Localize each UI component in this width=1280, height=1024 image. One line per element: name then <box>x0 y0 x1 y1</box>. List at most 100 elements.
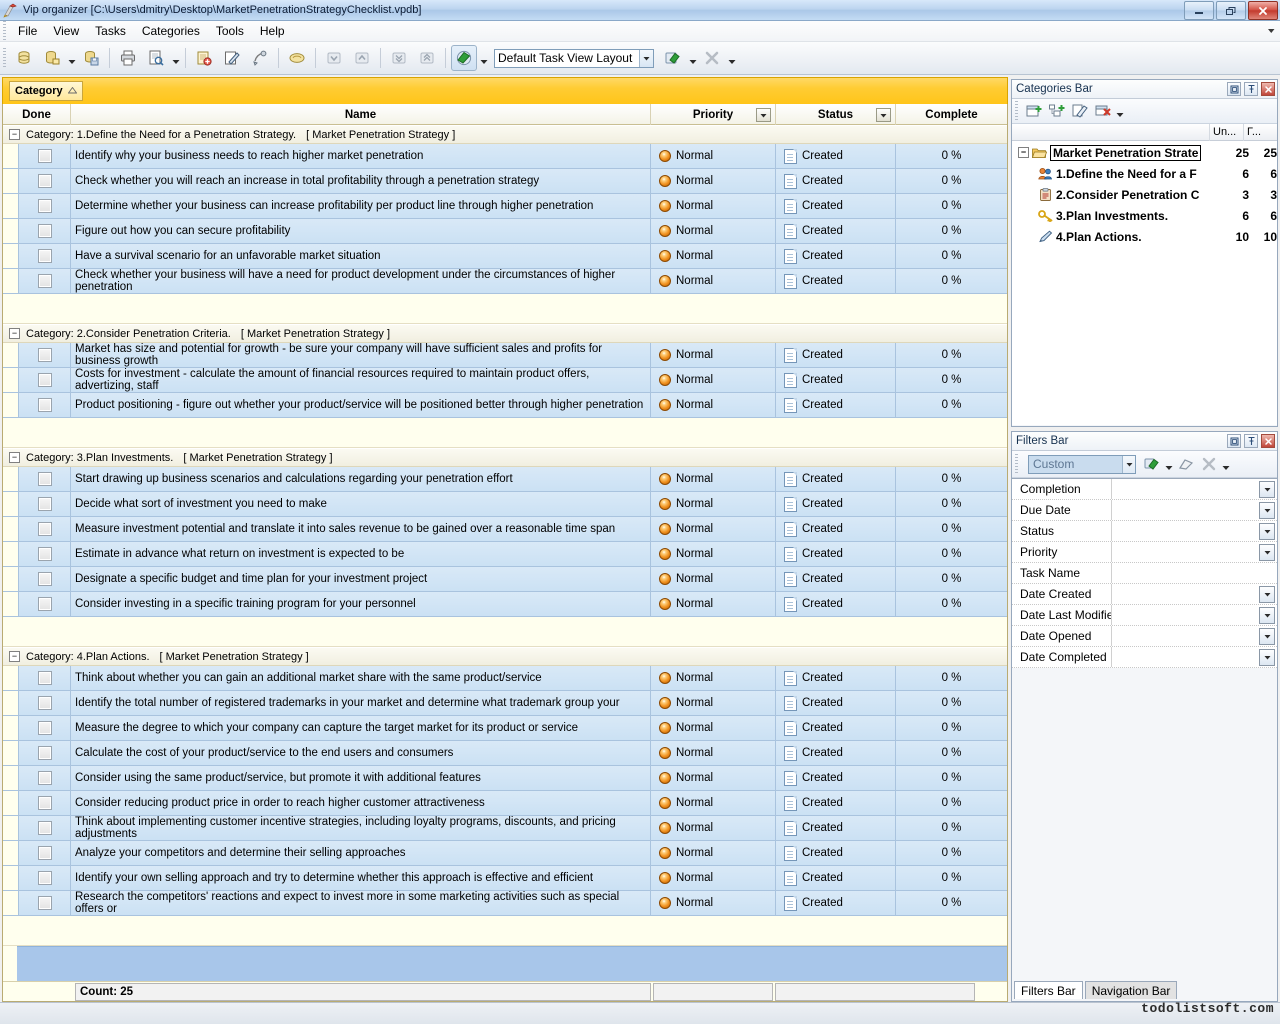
new-category-icon[interactable] <box>1022 101 1045 122</box>
panel-tab-filters-bar[interactable]: Filters Bar <box>1014 981 1083 999</box>
column-header-priority[interactable]: Priority <box>651 104 776 125</box>
delete-layout-icon[interactable] <box>699 45 725 71</box>
cell-done[interactable] <box>18 144 71 168</box>
cell-complete[interactable]: 0 % <box>896 368 1007 392</box>
cell-complete[interactable]: 0 % <box>896 343 1007 367</box>
filter-row[interactable]: Priority <box>1012 542 1277 563</box>
group-row[interactable]: −Category: 1.Define the Need for a Penet… <box>3 125 1007 144</box>
filter-chevron-down-icon[interactable] <box>1259 502 1275 519</box>
category-tree-item[interactable]: 2.Consider Penetration C33 <box>1012 184 1277 205</box>
cell-priority[interactable]: Normal <box>651 244 776 268</box>
delete-category-icon[interactable] <box>1091 101 1114 122</box>
restore-button[interactable] <box>1216 1 1246 20</box>
done-checkbox[interactable] <box>38 199 52 213</box>
done-checkbox[interactable] <box>38 771 52 785</box>
categories-bar-pin-icon[interactable] <box>1244 82 1258 96</box>
cell-done[interactable] <box>18 567 71 591</box>
group-collapse-icon[interactable]: − <box>9 651 20 662</box>
filter-field-value[interactable] <box>1112 647 1277 667</box>
menu-file[interactable]: File <box>10 22 45 40</box>
cell-priority[interactable]: Normal <box>651 219 776 243</box>
cell-complete[interactable]: 0 % <box>896 766 1007 790</box>
cell-status[interactable]: Created <box>776 567 896 591</box>
filter-preset-chevron-down-icon[interactable] <box>1122 456 1135 473</box>
cell-complete[interactable]: 0 % <box>896 169 1007 193</box>
complete-task-icon[interactable] <box>284 45 310 71</box>
cell-done[interactable] <box>18 219 71 243</box>
print-preview-icon[interactable] <box>143 45 169 71</box>
column-header-complete[interactable]: Complete <box>896 104 1007 125</box>
table-row[interactable]: Measure investment potential and transla… <box>3 517 1007 542</box>
done-checkbox[interactable] <box>38 597 52 611</box>
cell-complete[interactable]: 0 % <box>896 567 1007 591</box>
cell-status[interactable]: Created <box>776 816 896 840</box>
edit-category-icon[interactable] <box>1068 101 1091 122</box>
filter-field-value[interactable] <box>1112 626 1277 646</box>
cell-name[interactable]: Measure the degree to which your company… <box>71 716 651 740</box>
table-row[interactable]: Figure out how you can secure profitabil… <box>3 219 1007 244</box>
minimize-button[interactable] <box>1184 1 1214 20</box>
table-row[interactable]: Start drawing up business scenarios and … <box>3 467 1007 492</box>
cell-name[interactable]: Think about whether you can gain an addi… <box>71 666 651 690</box>
toolbar-overflow-icon[interactable] <box>726 47 737 69</box>
move-bottom-icon[interactable] <box>386 45 412 71</box>
table-row[interactable]: Think about whether you can gain an addi… <box>3 666 1007 691</box>
cell-name[interactable]: Costs for investment - calculate the amo… <box>71 368 651 392</box>
priority-filter-dropdown-icon[interactable] <box>756 108 771 122</box>
cell-priority[interactable]: Normal <box>651 866 776 890</box>
done-checkbox[interactable] <box>38 547 52 561</box>
new-database-icon[interactable] <box>11 45 37 71</box>
filters-toolbar-grip[interactable] <box>1015 454 1018 474</box>
table-row[interactable]: Research the competitors' reactions and … <box>3 891 1007 916</box>
table-row[interactable]: Identify why your business needs to reac… <box>3 144 1007 169</box>
table-row[interactable]: Consider using the same product/service,… <box>3 766 1007 791</box>
filter-row[interactable]: Date Opened <box>1012 626 1277 647</box>
new-subcategory-icon[interactable] <box>1045 101 1068 122</box>
move-up-icon[interactable] <box>349 45 375 71</box>
cell-status[interactable]: Created <box>776 666 896 690</box>
filters-bar-pin-icon[interactable] <box>1244 434 1258 448</box>
cell-status[interactable]: Created <box>776 841 896 865</box>
menu-help[interactable]: Help <box>252 22 293 40</box>
cell-done[interactable] <box>18 592 71 616</box>
toolbar-grip[interactable] <box>3 48 6 68</box>
cell-priority[interactable]: Normal <box>651 841 776 865</box>
done-checkbox[interactable] <box>38 896 52 910</box>
cell-name[interactable]: Check whether you will reach an increase… <box>71 169 651 193</box>
filter-row[interactable]: Completion <box>1012 479 1277 500</box>
cell-done[interactable] <box>18 866 71 890</box>
column-header-done[interactable]: Done <box>3 104 71 125</box>
delete-filter-icon[interactable] <box>1197 454 1220 475</box>
filter-chevron-down-icon[interactable] <box>1259 481 1275 498</box>
cell-name[interactable]: Determine whether your business can incr… <box>71 194 651 218</box>
apply-filter-dropdown-icon[interactable] <box>1163 453 1174 475</box>
cell-complete[interactable]: 0 % <box>896 866 1007 890</box>
filter-row[interactable]: Task Name <box>1012 563 1277 584</box>
clear-filter-icon[interactable] <box>1174 454 1197 475</box>
filter-field-value[interactable] <box>1112 605 1277 625</box>
done-checkbox[interactable] <box>38 746 52 760</box>
filter-row[interactable]: Date Created <box>1012 584 1277 605</box>
cell-done[interactable] <box>18 467 71 491</box>
cell-name[interactable]: Start drawing up business scenarios and … <box>71 467 651 491</box>
cell-complete[interactable]: 0 % <box>896 816 1007 840</box>
cell-priority[interactable]: Normal <box>651 517 776 541</box>
filter-row[interactable]: Date Completed <box>1012 647 1277 668</box>
cell-complete[interactable]: 0 % <box>896 517 1007 541</box>
categories-toolbar-grip[interactable] <box>1015 101 1018 121</box>
table-row[interactable]: Measure the degree to which your company… <box>3 716 1007 741</box>
cell-status[interactable]: Created <box>776 592 896 616</box>
done-checkbox[interactable] <box>38 149 52 163</box>
cell-status[interactable]: Created <box>776 517 896 541</box>
cell-complete[interactable]: 0 % <box>896 393 1007 417</box>
cell-status[interactable]: Created <box>776 244 896 268</box>
table-row[interactable]: Consider investing in a specific trainin… <box>3 592 1007 617</box>
table-row[interactable]: Product positioning - figure out whether… <box>3 393 1007 418</box>
group-row[interactable]: −Category: 2.Consider Penetration Criter… <box>3 324 1007 343</box>
menu-grip[interactable] <box>3 21 6 41</box>
cell-priority[interactable]: Normal <box>651 891 776 915</box>
cell-name[interactable]: Think about implementing customer incent… <box>71 816 651 840</box>
filter-preset-combo[interactable]: Custom <box>1028 455 1136 474</box>
cell-status[interactable]: Created <box>776 791 896 815</box>
move-top-icon[interactable] <box>414 45 440 71</box>
